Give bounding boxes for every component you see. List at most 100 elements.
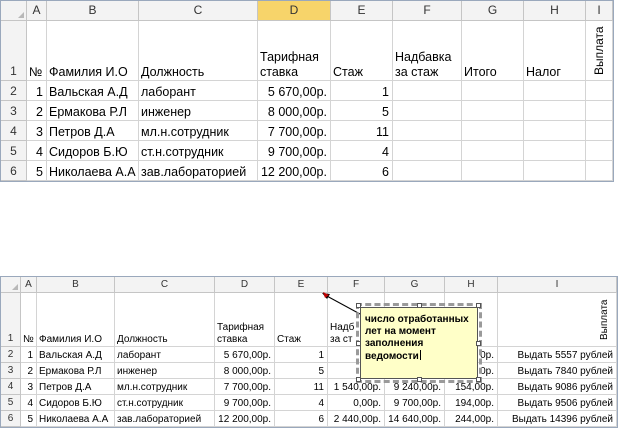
cell-i4[interactable]: Выдать 9086 рублей (498, 379, 617, 395)
cell-d3[interactable]: 8 000,00р. (258, 101, 331, 121)
cell-c2[interactable]: лаборант (115, 347, 215, 363)
cell-i1[interactable]: Выплата (586, 21, 613, 81)
cell-h4[interactable] (524, 121, 586, 141)
cell-i5[interactable]: Выдать 9506 рублей (498, 395, 617, 411)
cell-a1[interactable]: № (27, 21, 47, 81)
cell-e3[interactable]: 5 (331, 101, 393, 121)
resize-handle-tr[interactable] (476, 303, 481, 308)
column-header-f[interactable]: F (328, 277, 385, 293)
cell-c4[interactable]: мл.н.сотрудник (115, 379, 215, 395)
cell-comment-box[interactable]: число отработанных лет на момент заполне… (356, 303, 482, 383)
column-header-i[interactable]: I (586, 1, 613, 21)
cell-e4[interactable]: 11 (275, 379, 328, 395)
cell-b5[interactable]: Сидоров Б.Ю (37, 395, 115, 411)
cell-h6[interactable]: 244,00р. (445, 411, 498, 427)
cell-i5[interactable] (586, 141, 613, 161)
cell-a4[interactable]: 3 (21, 379, 37, 395)
cell-i1[interactable]: Выплата (498, 293, 617, 347)
cell-d4[interactable]: 7 700,00р. (215, 379, 275, 395)
cell-g5[interactable]: 9 700,00р. (385, 395, 445, 411)
column-header-d[interactable]: D (258, 1, 331, 21)
column-header-g[interactable]: G (385, 277, 445, 293)
cell-i6[interactable]: Выдать 14396 рублей (498, 411, 617, 427)
cell-a4[interactable]: 3 (27, 121, 47, 141)
column-header-e[interactable]: E (275, 277, 328, 293)
cell-b4[interactable]: Петров Д.А (47, 121, 139, 141)
cell-b4[interactable]: Петров Д.А (37, 379, 115, 395)
cell-d2[interactable]: 5 670,00р. (215, 347, 275, 363)
resize-handle-tl[interactable] (356, 303, 361, 308)
cell-d4[interactable]: 7 700,00р. (258, 121, 331, 141)
cell-b2[interactable]: Вальская А.Д (47, 81, 139, 101)
cell-b6[interactable]: Николаева А.А (37, 411, 115, 427)
cell-g1[interactable]: Итого (462, 21, 524, 81)
cell-c5[interactable]: ст.н.сотрудник (115, 395, 215, 411)
column-header-e[interactable]: E (331, 1, 393, 21)
cell-h1[interactable]: Налог (524, 21, 586, 81)
cell-f5[interactable]: 0,00р. (328, 395, 385, 411)
column-header-d[interactable]: D (215, 277, 275, 293)
cell-e5[interactable]: 4 (331, 141, 393, 161)
cell-b1[interactable]: Фамилия И.О (47, 21, 139, 81)
cell-h6[interactable] (524, 161, 586, 181)
cell-a1[interactable]: № (21, 293, 37, 347)
cell-h4[interactable]: 154,00р. (445, 379, 498, 395)
cell-c6[interactable]: зав.лабораторией (115, 411, 215, 427)
row-header-6[interactable]: 6 (1, 411, 21, 427)
cell-h5[interactable] (524, 141, 586, 161)
row-header-5[interactable]: 5 (1, 141, 27, 161)
select-all-corner[interactable] (1, 1, 27, 21)
cell-g4[interactable]: 9 240,00р. (385, 379, 445, 395)
cell-f6[interactable]: 2 440,00р. (328, 411, 385, 427)
cell-d2[interactable]: 5 670,00р. (258, 81, 331, 101)
resize-handle-bl[interactable] (356, 377, 361, 382)
cell-d6[interactable]: 12 200,00р. (215, 411, 275, 427)
resize-handle-bm[interactable] (417, 377, 422, 382)
cell-e5[interactable]: 4 (275, 395, 328, 411)
column-header-h[interactable]: H (445, 277, 498, 293)
cell-d6[interactable]: 12 200,00р. (258, 161, 331, 181)
cell-a2[interactable]: 1 (27, 81, 47, 101)
cell-d3[interactable]: 8 000,00р. (215, 363, 275, 379)
cell-g6[interactable]: 14 640,00р. (385, 411, 445, 427)
cell-i6[interactable] (586, 161, 613, 181)
cell-g2[interactable] (462, 81, 524, 101)
resize-handle-tm[interactable] (417, 303, 422, 308)
column-header-f[interactable]: F (393, 1, 462, 21)
cell-d1[interactable]: Тарифная ставка (215, 293, 275, 347)
resize-handle-mr[interactable] (476, 341, 481, 346)
cell-b3[interactable]: Ермакова Р.Л (37, 363, 115, 379)
cell-f4[interactable] (393, 121, 462, 141)
row-header-3[interactable]: 3 (1, 101, 27, 121)
cell-i2[interactable] (586, 81, 613, 101)
resize-handle-ml[interactable] (356, 341, 361, 346)
cell-e2[interactable]: 1 (275, 347, 328, 363)
cell-b3[interactable]: Ермакова Р.Л (47, 101, 139, 121)
cell-a6[interactable]: 5 (21, 411, 37, 427)
cell-b5[interactable]: Сидоров Б.Ю (47, 141, 139, 161)
cell-a2[interactable]: 1 (21, 347, 37, 363)
column-header-b[interactable]: B (37, 277, 115, 293)
cell-a3[interactable]: 2 (21, 363, 37, 379)
cell-b1[interactable]: Фамилия И.О (37, 293, 115, 347)
cell-g6[interactable] (462, 161, 524, 181)
cell-c1[interactable]: Должность (139, 21, 258, 81)
row-header-1[interactable]: 1 (1, 293, 21, 347)
column-header-h[interactable]: H (524, 1, 586, 21)
row-header-4[interactable]: 4 (1, 121, 27, 141)
cell-i3[interactable]: Выдать 7840 рублей (498, 363, 617, 379)
cell-i3[interactable] (586, 101, 613, 121)
resize-handle-br[interactable] (476, 377, 481, 382)
cell-e4[interactable]: 11 (331, 121, 393, 141)
cell-d5[interactable]: 9 700,00р. (258, 141, 331, 161)
column-header-g[interactable]: G (462, 1, 524, 21)
row-header-1[interactable]: 1 (1, 21, 27, 81)
cell-c1[interactable]: Должность (115, 293, 215, 347)
cell-f2[interactable] (393, 81, 462, 101)
cell-c4[interactable]: мл.н.сотрудник (139, 121, 258, 141)
cell-a6[interactable]: 5 (27, 161, 47, 181)
row-header-6[interactable]: 6 (1, 161, 27, 181)
cell-d1[interactable]: Тарифная ставка (258, 21, 331, 81)
cell-e3[interactable]: 5 (275, 363, 328, 379)
cell-c6[interactable]: зав.лабораторией (139, 161, 258, 181)
